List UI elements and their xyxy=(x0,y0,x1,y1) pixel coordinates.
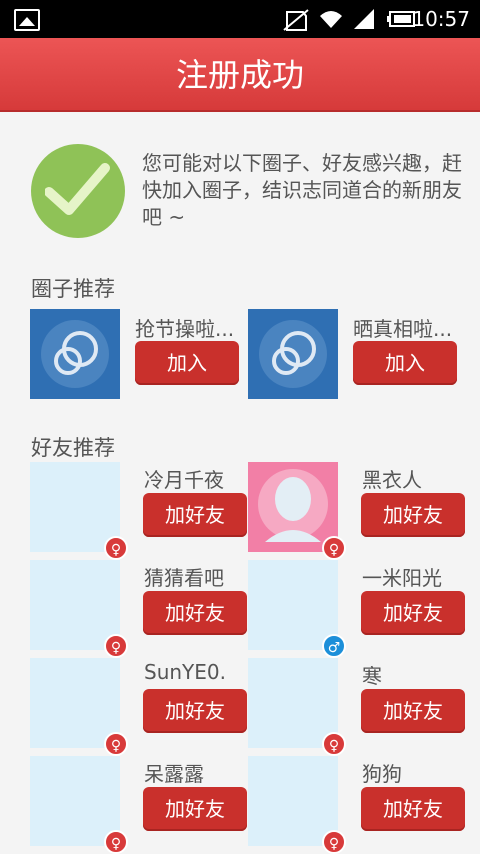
join-circle-button[interactable]: 加入 xyxy=(135,341,239,385)
rings-icon xyxy=(259,320,327,388)
friend-name: 黑衣人 xyxy=(362,468,422,492)
add-friend-button[interactable]: 加好友 xyxy=(143,493,247,537)
female-gender-icon: ♀ xyxy=(322,732,346,756)
no-sim-icon xyxy=(283,9,309,31)
add-friend-button[interactable]: 加好友 xyxy=(361,787,465,831)
add-friend-button[interactable]: 加好友 xyxy=(361,689,465,733)
add-friend-button[interactable]: 加好友 xyxy=(143,787,247,831)
wifi-icon xyxy=(320,11,342,28)
gallery-icon xyxy=(14,9,40,31)
title-bar: 注册成功 xyxy=(0,38,480,112)
add-friend-button[interactable]: 加好友 xyxy=(361,493,465,537)
friend-name: 狗狗 xyxy=(362,762,402,786)
clock-time: 10:57 xyxy=(412,7,470,31)
status-bar: 10:57 xyxy=(0,0,480,38)
intro-message: 您可能对以下圈子、好友感兴趣，赶快加入圈子，结识志同道合的新朋友吧 ~ xyxy=(142,151,462,229)
friend-avatar[interactable] xyxy=(248,756,338,846)
friend-name: 呆露露 xyxy=(144,762,204,786)
circle-name: 晒真相啦... xyxy=(353,317,453,341)
friend-avatar[interactable] xyxy=(30,560,120,650)
female-gender-icon: ♀ xyxy=(322,830,346,854)
circles-section-title: 圈子推荐 xyxy=(31,277,115,301)
page-title: 注册成功 xyxy=(175,56,304,94)
friend-avatar[interactable] xyxy=(30,462,120,552)
friend-avatar[interactable] xyxy=(248,658,338,748)
circle-avatar[interactable] xyxy=(30,309,120,399)
add-friend-button[interactable]: 加好友 xyxy=(143,689,247,733)
circle-name: 抢节操啦... xyxy=(135,317,235,341)
female-gender-icon: ♀ xyxy=(104,732,128,756)
friend-avatar[interactable] xyxy=(30,756,120,846)
friend-avatar[interactable] xyxy=(30,658,120,748)
join-circle-button[interactable]: 加入 xyxy=(353,341,457,385)
female-gender-icon: ♀ xyxy=(104,634,128,658)
success-check-icon xyxy=(31,144,125,238)
add-friend-button[interactable]: 加好友 xyxy=(361,591,465,635)
female-gender-icon: ♀ xyxy=(322,536,346,560)
friend-name: 冷月千夜 xyxy=(144,468,224,492)
friends-section-title: 好友推荐 xyxy=(31,436,115,460)
friend-name: 一米阳光 xyxy=(362,566,442,590)
male-gender-icon: ♂ xyxy=(322,634,346,658)
female-gender-icon: ♀ xyxy=(104,536,128,560)
friend-avatar[interactable] xyxy=(248,462,338,552)
circle-avatar[interactable] xyxy=(248,309,338,399)
friend-name: 寒 xyxy=(362,664,382,688)
signal-icon xyxy=(354,9,374,29)
rings-icon xyxy=(41,320,109,388)
default-avatar-icon xyxy=(258,469,328,542)
friend-name: 猜猜看吧 xyxy=(144,566,224,590)
female-gender-icon: ♀ xyxy=(104,830,128,854)
friend-avatar[interactable] xyxy=(248,560,338,650)
friend-name: SunYE0. xyxy=(144,660,226,684)
add-friend-button[interactable]: 加好友 xyxy=(143,591,247,635)
